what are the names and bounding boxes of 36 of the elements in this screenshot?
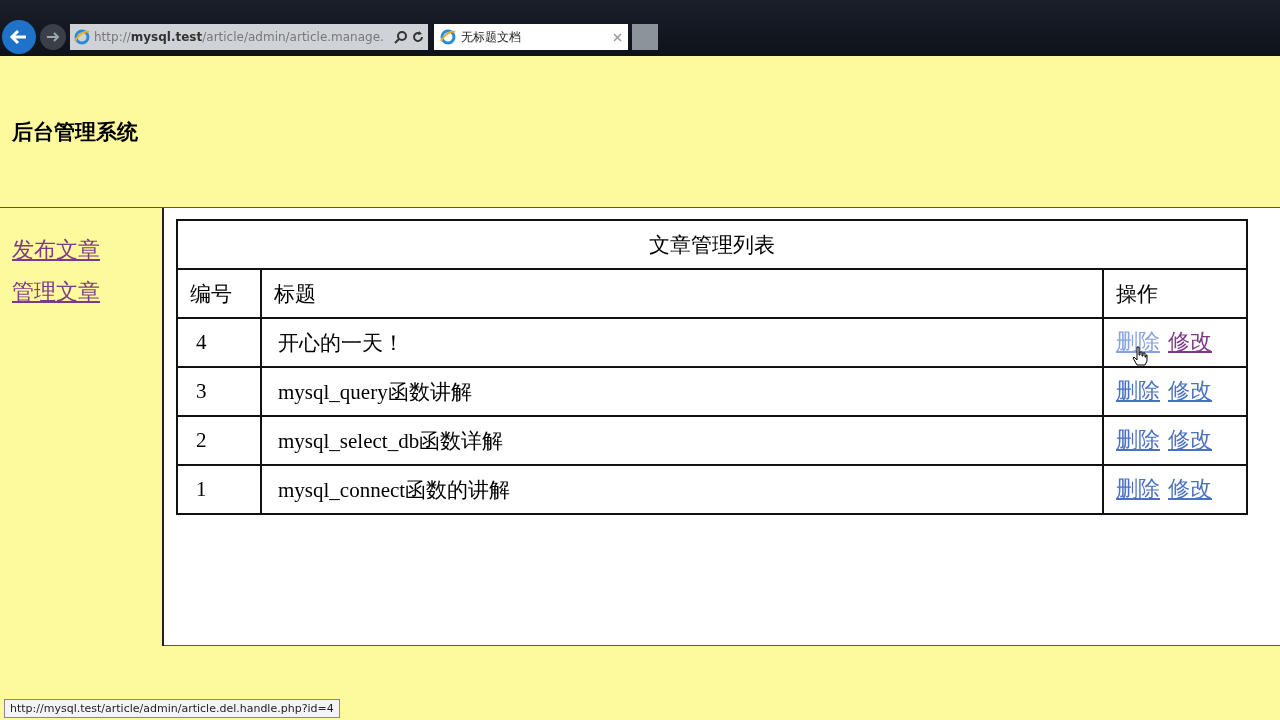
column-header: 标题 (261, 269, 1103, 318)
table-cell: 1 (177, 465, 261, 514)
table-cell: mysql_connect函数的讲解 (261, 465, 1103, 514)
back-button[interactable] (2, 20, 36, 54)
forward-arrow-icon (46, 30, 60, 44)
refresh-icon[interactable] (412, 31, 424, 43)
action-link[interactable]: 删除 (1116, 477, 1160, 502)
browser-logo-icon (440, 29, 456, 45)
column-header: 编号 (177, 269, 261, 318)
status-url: http://mysql.test/article/admin/article.del.handle.php?id=4 (4, 699, 340, 718)
column-header: 操作 (1103, 269, 1247, 318)
table-cell: mysql_select_db函数详解 (261, 416, 1103, 465)
action-link[interactable]: 修改 (1168, 379, 1212, 404)
address-bar[interactable]: http://mysql.test/article/admin/article.manage. (70, 24, 428, 50)
close-icon[interactable] (613, 32, 622, 42)
action-link[interactable]: 修改 (1168, 477, 1212, 502)
browser-tab[interactable]: 无标题文档 (434, 24, 628, 50)
table-cell: 4 (177, 318, 261, 367)
table-caption: 文章管理列表 (177, 220, 1247, 269)
sidebar-link[interactable]: 管理文章 (12, 280, 100, 305)
action-link[interactable]: 修改 (1168, 428, 1212, 453)
page-title: 后台管理系统 (12, 118, 138, 146)
address-text: http://mysql.test/article/admin/article.manage. (94, 30, 384, 44)
sidebar-link[interactable]: 发布文章 (12, 238, 100, 263)
action-link[interactable]: 删除 (1116, 330, 1160, 355)
action-link[interactable]: 删除 (1116, 428, 1160, 453)
table-cell: mysql_query函数讲解 (261, 367, 1103, 416)
browser-logo-icon (74, 29, 90, 45)
table-cell: 2 (177, 416, 261, 465)
back-arrow-icon (9, 27, 29, 47)
forward-button[interactable] (40, 24, 66, 50)
action-link[interactable]: 修改 (1168, 330, 1212, 355)
action-link[interactable]: 删除 (1116, 379, 1160, 404)
table-cell: 开心的一天！ (261, 318, 1103, 367)
table-cell: 3 (177, 367, 261, 416)
search-icon[interactable] (394, 30, 408, 44)
